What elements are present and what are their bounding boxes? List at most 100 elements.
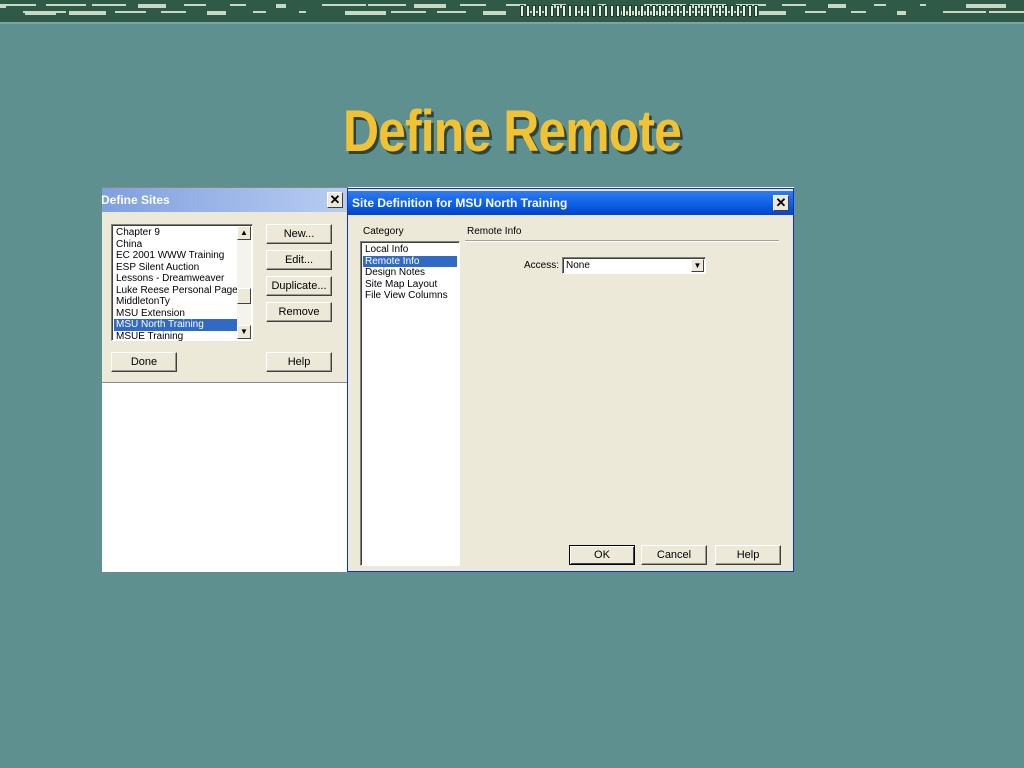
circuit-trace bbox=[391, 11, 426, 13]
site-list-item[interactable]: MSU North Training bbox=[114, 319, 238, 331]
circuit-trace bbox=[345, 11, 386, 15]
circuit-trace bbox=[25, 11, 56, 15]
circuit-pin bbox=[520, 5, 524, 17]
circuit-pin bbox=[538, 5, 542, 17]
circuit-trace bbox=[437, 11, 466, 13]
site-definition-close-button[interactable]: ✕ bbox=[773, 195, 789, 211]
site-list-item[interactable]: EC 2001 WWW Training bbox=[114, 250, 238, 262]
site-list-item[interactable]: China bbox=[114, 239, 238, 251]
circuit-pin bbox=[742, 5, 746, 17]
dropdown-arrow-icon[interactable]: ▼ bbox=[691, 259, 704, 272]
circuit-trace bbox=[138, 4, 166, 8]
circuit-trace bbox=[851, 11, 866, 13]
circuit-trace bbox=[805, 11, 826, 13]
circuit-pin bbox=[682, 5, 686, 17]
site-list-item[interactable]: Luke Reese Personal Pages bbox=[114, 285, 238, 297]
access-value: None bbox=[566, 260, 590, 271]
circuit-pin bbox=[712, 5, 716, 17]
circuit-trace bbox=[943, 11, 986, 13]
define-sites-help-button[interactable]: Help bbox=[266, 352, 332, 372]
edit-site-button[interactable]: Edit... bbox=[266, 250, 332, 270]
circuit-pin bbox=[610, 5, 614, 17]
circuit-trace bbox=[460, 4, 486, 6]
site-list-item[interactable]: ESP Silent Auction bbox=[114, 262, 238, 274]
circuit-pin bbox=[736, 5, 740, 17]
circuit-trace bbox=[92, 4, 126, 6]
site-definition-help-button[interactable]: Help bbox=[715, 545, 781, 565]
circuit-trace bbox=[414, 4, 446, 8]
circuit-trace bbox=[322, 4, 366, 6]
category-list[interactable]: Local Info Remote Info Design Notes Site Ma… bbox=[360, 241, 460, 566]
circuit-pin bbox=[568, 5, 572, 17]
circuit-pin bbox=[598, 5, 602, 17]
circuit-pin bbox=[532, 5, 536, 17]
circuit-pin bbox=[616, 5, 620, 17]
site-list-item[interactable]: Chapter 9 bbox=[114, 227, 238, 239]
sites-list-scrollbar[interactable]: ▲ ▼ bbox=[237, 226, 251, 339]
circuit-pin bbox=[676, 5, 680, 17]
scroll-thumb[interactable] bbox=[237, 288, 251, 304]
circuit-pin bbox=[550, 5, 554, 17]
circuit-pin bbox=[730, 5, 734, 17]
circuit-trace bbox=[368, 4, 406, 6]
scroll-down-arrow-icon[interactable]: ▼ bbox=[237, 325, 251, 339]
circuit-trace bbox=[2, 4, 36, 6]
sites-list[interactable]: Chapter 9 China EC 2001 WWW Training ESP Si… bbox=[111, 224, 253, 343]
site-list-item[interactable]: MSU Extension bbox=[114, 308, 238, 320]
circuit-trace bbox=[69, 11, 106, 15]
circuit-pin bbox=[700, 5, 704, 17]
site-list-item[interactable]: MSUE Training bbox=[114, 331, 238, 343]
site-list-item[interactable]: Lessons - Dreamweaver bbox=[114, 273, 238, 285]
circuit-trace bbox=[966, 4, 1006, 8]
define-sites-titlebar: Define Sites bbox=[102, 188, 347, 212]
circuit-trace bbox=[874, 4, 886, 6]
circuit-trace bbox=[161, 11, 186, 13]
circuit-pin bbox=[694, 5, 698, 17]
category-item-site-map-layout[interactable]: Site Map Layout bbox=[363, 279, 457, 291]
circuit-pin bbox=[634, 5, 638, 17]
circuit-trace bbox=[115, 11, 146, 13]
category-item-remote-info[interactable]: Remote Info bbox=[363, 255, 457, 267]
circuit-trace bbox=[207, 11, 226, 15]
duplicate-site-button[interactable]: Duplicate... bbox=[266, 276, 332, 296]
new-site-button[interactable]: New... bbox=[266, 224, 332, 244]
site-definition-dialog: Site Definition for MSU North Training ✕… bbox=[347, 188, 794, 572]
circuit-pin bbox=[580, 5, 584, 17]
slide-title: Define Remote bbox=[342, 99, 682, 164]
remove-site-button[interactable]: Remove bbox=[266, 302, 332, 322]
category-item-file-view-columns[interactable]: File View Columns bbox=[363, 290, 457, 302]
circuit-trace bbox=[989, 11, 1024, 13]
category-label: Category bbox=[363, 226, 404, 237]
circuit-pin bbox=[658, 5, 662, 17]
circuit-pin bbox=[592, 5, 596, 17]
circuit-pin bbox=[574, 5, 578, 17]
cancel-button[interactable]: Cancel bbox=[641, 545, 707, 565]
circuit-pin bbox=[622, 5, 626, 17]
circuit-pin bbox=[604, 5, 608, 17]
circuit-pin bbox=[670, 5, 674, 17]
circuit-trace bbox=[253, 11, 266, 13]
section-divider bbox=[465, 240, 779, 242]
circuit-pin bbox=[688, 5, 692, 17]
define-sites-close-button[interactable]: ✕ bbox=[327, 192, 343, 208]
circuit-trace bbox=[299, 11, 306, 13]
access-select[interactable]: None ▼ bbox=[562, 257, 706, 274]
site-definition-title: Site Definition for MSU North Training bbox=[352, 196, 568, 210]
scroll-up-arrow-icon[interactable]: ▲ bbox=[237, 226, 251, 240]
ok-button[interactable]: OK bbox=[569, 545, 635, 565]
circuit-trace bbox=[276, 4, 286, 8]
circuit-pin bbox=[706, 5, 710, 17]
circuit-pin bbox=[544, 5, 548, 17]
site-list-item[interactable]: MiddletonTy bbox=[114, 296, 238, 308]
circuit-pin bbox=[562, 5, 566, 17]
circuit-trace bbox=[483, 11, 506, 15]
circuit-pin bbox=[646, 5, 650, 17]
category-item-design-notes[interactable]: Design Notes bbox=[363, 267, 457, 279]
access-label: Access: bbox=[524, 260, 560, 271]
circuit-trace bbox=[782, 4, 806, 6]
circuit-pin bbox=[586, 5, 590, 17]
done-button[interactable]: Done bbox=[111, 352, 177, 372]
close-icon: ✕ bbox=[329, 192, 341, 207]
category-item-local-info[interactable]: Local Info bbox=[363, 244, 457, 256]
circuit-pin bbox=[724, 5, 728, 17]
